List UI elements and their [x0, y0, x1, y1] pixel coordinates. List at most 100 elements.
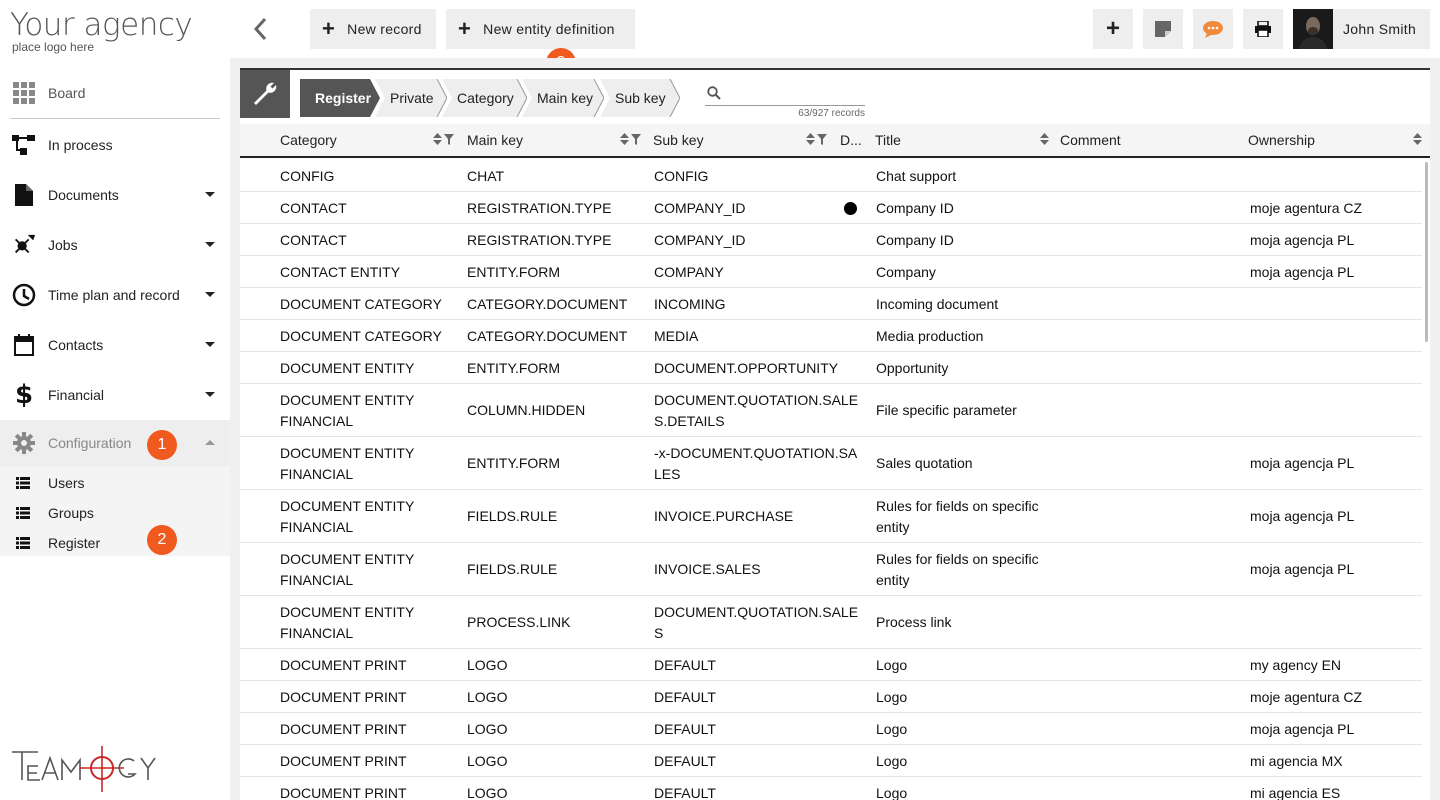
chat-button[interactable]: [1193, 9, 1233, 49]
chevron-up-icon[interactable]: [205, 440, 215, 445]
new-record-button[interactable]: + New record: [310, 9, 436, 49]
table-row[interactable]: DOCUMENT ENTITY FINANCIAL PROCESS.LINK DOC…: [240, 596, 1422, 649]
table-row[interactable]: DOCUMENT ENTITY FINANCIAL COLUMN.HIDDEN DO…: [240, 384, 1422, 437]
table-row[interactable]: DOCUMENT PRINT LOGO DEFAULT Logo my agency E…: [240, 649, 1422, 681]
sidebar-item-label: In process: [48, 137, 113, 153]
table-row[interactable]: CONTACT REGISTRATION.TYPE COMPANY_ID Compan…: [240, 192, 1422, 224]
sidebar-item-time-plan[interactable]: Time plan and record: [0, 270, 230, 320]
column-main-key[interactable]: Main key: [467, 124, 523, 156]
cell-category: DOCUMENT PRINT: [280, 688, 407, 705]
user-menu-button[interactable]: John Smith: [1293, 9, 1430, 49]
chevron-down-icon[interactable]: [205, 342, 215, 347]
table-row[interactable]: CONFIG CHAT CONFIG Chat support: [240, 160, 1422, 192]
cell-title: Logo: [876, 784, 908, 800]
new-entity-definition-button[interactable]: + New entity definition: [446, 9, 635, 49]
calendar-icon: [12, 333, 36, 357]
sidebar-subitem-register[interactable]: Register: [0, 528, 230, 558]
cell-owner: moja agencja PL: [1250, 561, 1355, 577]
table-row[interactable]: DOCUMENT ENTITY FINANCIAL ENTITY.FORM -x-D…: [240, 437, 1422, 490]
breadcrumb-private[interactable]: Private: [375, 79, 447, 117]
column-main-key-controls: [620, 133, 641, 145]
sidebar-item-in-process[interactable]: In process: [0, 120, 230, 170]
filter-icon[interactable]: [631, 133, 641, 145]
table-row[interactable]: DOCUMENT ENTITY FINANCIAL FIELDS.RULE INVO…: [240, 543, 1422, 596]
cell-main: ENTITY.FORM: [467, 263, 561, 280]
cell-owner: [1250, 352, 1420, 384]
breadcrumb-sub-key[interactable]: Sub key: [600, 79, 680, 117]
sort-icon[interactable]: [1040, 133, 1049, 145]
column-sub-key[interactable]: Sub key: [653, 124, 704, 156]
breadcrumb-main-key[interactable]: Main key: [522, 79, 604, 117]
sidebar-item-documents[interactable]: Documents: [0, 170, 230, 220]
table-row[interactable]: DOCUMENT PRINT LOGO DEFAULT Logo moje agentu…: [240, 681, 1422, 713]
gear-icon: [12, 431, 36, 455]
column-d[interactable]: D...: [840, 124, 862, 156]
add-button[interactable]: +: [1093, 9, 1133, 49]
cell-owner: [1250, 384, 1420, 437]
sort-icon[interactable]: [433, 133, 442, 145]
sidebar-item-contacts[interactable]: Contacts: [0, 320, 230, 370]
filter-icon[interactable]: [817, 133, 827, 145]
tools-button[interactable]: [240, 70, 290, 118]
print-button[interactable]: [1243, 9, 1283, 49]
sort-icon[interactable]: [1413, 133, 1422, 145]
avatar: [1293, 9, 1333, 49]
sidebar-subitem-groups[interactable]: Groups: [0, 498, 230, 528]
scrollbar[interactable]: [1425, 162, 1428, 342]
notes-button[interactable]: [1143, 9, 1183, 49]
column-comment[interactable]: Comment: [1060, 124, 1121, 156]
table-row[interactable]: DOCUMENT ENTITY FINANCIAL FIELDS.RULE INVO…: [240, 490, 1422, 543]
cell-category: DOCUMENT ENTITY FINANCIAL: [280, 603, 415, 641]
list-icon: [16, 507, 32, 519]
sidebar-item-configuration[interactable]: Configuration: [0, 420, 230, 466]
cell-category: DOCUMENT PRINT: [280, 784, 407, 800]
cell-sub: DOCUMENT.QUOTATION.SALES.DETAILS: [654, 391, 859, 429]
breadcrumb-label: Private: [390, 90, 434, 106]
column-title[interactable]: Title: [875, 124, 901, 156]
table-row[interactable]: DOCUMENT PRINT LOGO DEFAULT Logo mi agencia …: [240, 745, 1422, 777]
sidebar-item-label: Board: [48, 85, 86, 101]
search-input[interactable]: [727, 84, 863, 104]
chevron-down-icon[interactable]: [205, 242, 215, 247]
table-row[interactable]: DOCUMENT CATEGORY CATEGORY.DOCUMENT MEDIA M…: [240, 320, 1422, 352]
column-ownership[interactable]: Ownership: [1248, 124, 1315, 156]
flow-icon: [12, 133, 36, 157]
sidebar-item-financial[interactable]: $ Financial: [0, 370, 230, 420]
sidebar-subitem-users[interactable]: Users: [0, 468, 230, 498]
table-row[interactable]: DOCUMENT PRINT LOGO DEFAULT Logo mi agencia …: [240, 777, 1422, 800]
table-row[interactable]: DOCUMENT PRINT LOGO DEFAULT Logo moja agencj…: [240, 713, 1422, 745]
printer-icon: [1255, 21, 1271, 37]
top-bar: + New record + New entity definition 3 +…: [230, 0, 1440, 78]
cell-comment: [1060, 256, 1240, 288]
collapse-sidebar-button[interactable]: [250, 16, 272, 42]
sidebar-item-jobs[interactable]: Jobs: [0, 220, 230, 270]
chevron-down-icon[interactable]: [205, 392, 215, 397]
filter-icon[interactable]: [444, 133, 454, 145]
breadcrumb-register[interactable]: Register: [300, 79, 380, 117]
sidebar: Your agency place logo here Board In pro…: [0, 0, 230, 800]
cell-comment: [1060, 713, 1240, 745]
cell-owner: my agency EN: [1250, 656, 1342, 673]
agency-logo[interactable]: Your agency place logo here: [10, 8, 210, 58]
sidebar-item-board[interactable]: Board: [0, 68, 230, 118]
column-category-controls: [433, 133, 454, 145]
cell-category: DOCUMENT ENTITY: [280, 359, 415, 376]
table-row[interactable]: DOCUMENT ENTITY ENTITY.FORM DOCUMENT.OPPOR…: [240, 352, 1422, 384]
breadcrumb-category[interactable]: Category: [442, 79, 527, 117]
chevron-down-icon[interactable]: [205, 192, 215, 197]
table-row[interactable]: DOCUMENT CATEGORY CATEGORY.DOCUMENT INCOMI…: [240, 288, 1422, 320]
column-category[interactable]: Category: [280, 124, 337, 156]
teamogy-logo: [10, 744, 170, 794]
sort-icon[interactable]: [806, 133, 815, 145]
table-row[interactable]: CONTACT REGISTRATION.TYPE COMPANY_ID Compan…: [240, 224, 1422, 256]
table-row[interactable]: CONTACT ENTITY ENTITY.FORM COMPANY Company m…: [240, 256, 1422, 288]
chevron-down-icon[interactable]: [205, 292, 215, 297]
cell-comment: [1060, 437, 1240, 490]
cell-sub: INVOICE.SALES: [654, 561, 761, 577]
document-icon: [12, 183, 36, 207]
sort-icon[interactable]: [620, 133, 629, 145]
sidebar-divider: [10, 118, 220, 119]
new-record-label: New record: [347, 21, 422, 37]
cell-owner: moja agencja PL: [1250, 231, 1355, 248]
cell-comment: [1060, 596, 1240, 649]
